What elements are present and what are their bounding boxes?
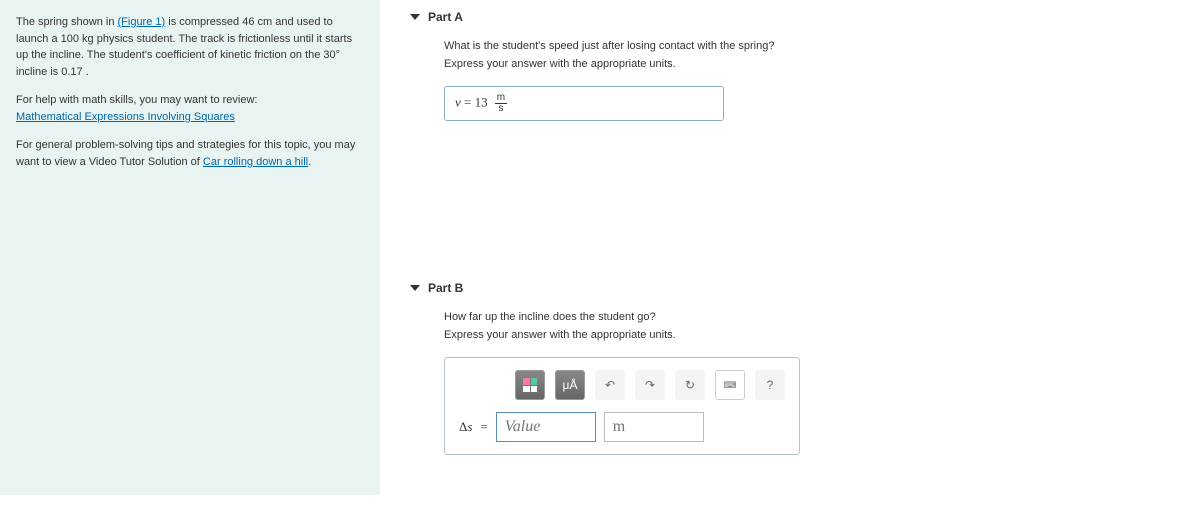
input-toolbar: μÅ ↶ ↷ ↻ ⌨ ?: [459, 370, 785, 400]
answer-unit: m s: [495, 93, 507, 114]
part-b-title: Part B: [428, 281, 463, 295]
collapse-icon[interactable]: [410, 285, 420, 291]
tips-section: For general problem-solving tips and str…: [16, 137, 364, 170]
help-intro: For help with math skills, you may want …: [16, 94, 257, 106]
symbols-button[interactable]: μÅ: [555, 370, 585, 400]
unit-denominator: s: [495, 104, 507, 114]
problem-sidebar: The spring shown in (Figure 1) is compre…: [0, 0, 380, 495]
help-section: For help with math skills, you may want …: [16, 92, 364, 125]
reset-button[interactable]: ↻: [675, 370, 705, 400]
part-a-title: Part A: [428, 10, 463, 24]
equals-sign: =: [480, 419, 487, 435]
answer-input-row: Δs =: [459, 412, 785, 442]
part-a-answer-box[interactable]: v = 13 m s: [444, 86, 724, 121]
answer-variable: Δs: [459, 419, 472, 435]
value-input[interactable]: [496, 412, 596, 442]
undo-button[interactable]: ↶: [595, 370, 625, 400]
part-b-question: How far up the incline does the student …: [444, 311, 1180, 323]
templates-icon: [523, 378, 537, 392]
collapse-icon[interactable]: [410, 14, 420, 20]
equals-sign: =: [461, 94, 475, 109]
part-a-instruction: Express your answer with the appropriate…: [444, 58, 1180, 70]
intro-text: The spring shown in: [16, 16, 118, 28]
main-content: Part A What is the student's speed just …: [410, 0, 1200, 495]
math-help-link[interactable]: Mathematical Expressions Involving Squar…: [16, 111, 235, 123]
part-a: Part A What is the student's speed just …: [410, 10, 1180, 121]
part-b: Part B How far up the incline does the s…: [410, 281, 1180, 455]
part-b-instruction: Express your answer with the appropriate…: [444, 329, 1180, 341]
redo-button[interactable]: ↷: [635, 370, 665, 400]
keyboard-button[interactable]: ⌨: [715, 370, 745, 400]
video-tutor-link[interactable]: Car rolling down a hill: [203, 156, 308, 168]
part-a-question: What is the student's speed just after l…: [444, 40, 1180, 52]
templates-button[interactable]: [515, 370, 545, 400]
answer-value: 13: [475, 94, 488, 109]
help-button[interactable]: ?: [755, 370, 785, 400]
problem-text: The spring shown in (Figure 1) is compre…: [16, 14, 364, 80]
unit-input[interactable]: [604, 412, 704, 442]
figure-link[interactable]: (Figure 1): [118, 16, 166, 28]
part-b-answer-area: μÅ ↶ ↷ ↻ ⌨ ? Δs =: [444, 357, 800, 455]
tips-suffix: .: [308, 156, 311, 168]
